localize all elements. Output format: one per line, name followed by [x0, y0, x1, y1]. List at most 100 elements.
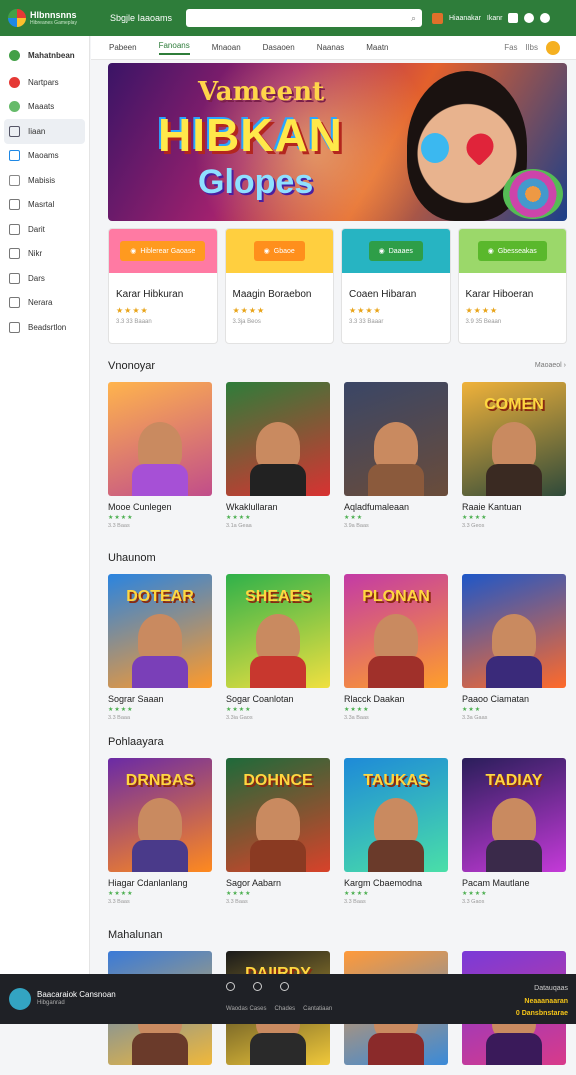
- subnav-link-2[interactable]: Ilbs: [526, 43, 538, 52]
- sidebar-item-5[interactable]: Mabisis: [0, 168, 89, 193]
- character-head: [374, 798, 418, 846]
- tab-3[interactable]: Dasaoen: [263, 43, 295, 52]
- sidebar-item-3[interactable]: Iiaan: [4, 119, 85, 144]
- card-meta: 3.9 35 Beaan: [465, 319, 502, 325]
- game-title[interactable]: Sagor Aabarn: [226, 872, 330, 888]
- game-tile[interactable]: SHEAES Sogar Coanlotan ★★★★ 3.3ia Gaos: [226, 574, 330, 721]
- footer-link[interactable]: Chades: [274, 1006, 295, 1012]
- card-title[interactable]: Karar Hibkuran: [109, 273, 217, 300]
- tab-1[interactable]: Fanoans: [158, 41, 190, 55]
- game-thumbnail[interactable]: COMEN: [462, 382, 566, 496]
- game-thumbnail[interactable]: TAUKAS: [344, 758, 448, 872]
- tab-0[interactable]: Pabeen: [109, 43, 137, 52]
- tab-5[interactable]: Maatn: [366, 43, 388, 52]
- sidebar-item-6[interactable]: Masrtal: [0, 193, 89, 218]
- sidebar-item-4[interactable]: Maoams: [0, 144, 89, 169]
- cart-icon[interactable]: [508, 13, 519, 23]
- sidebar-item-2[interactable]: Maaats: [0, 95, 89, 120]
- game-thumbnail[interactable]: DOHNCE: [226, 758, 330, 872]
- game-thumbnail[interactable]: [226, 382, 330, 496]
- game-tile[interactable]: Paaoo Ciamatan ★★★ 3.3a Gaas: [462, 574, 566, 721]
- card-button[interactable]: ◉ Hiblerear Gaoase: [120, 241, 206, 261]
- footer-icon-1[interactable]: [226, 982, 235, 991]
- sidebar-item-1[interactable]: Nartpars: [0, 70, 89, 95]
- game-thumbnail[interactable]: TADIAY: [462, 758, 566, 872]
- sidebar-item-9[interactable]: Dars: [0, 266, 89, 291]
- card-rating: ★★★★: [465, 306, 499, 315]
- game-title[interactable]: Paaoo Ciamatan: [462, 688, 566, 704]
- top-link-1[interactable]: Hiaanakar: [449, 15, 481, 22]
- sidebar-item-10[interactable]: Nerara: [0, 291, 89, 316]
- game-title[interactable]: Sogar Coanlotan: [226, 688, 330, 704]
- game-title[interactable]: Aqladfumaleaan: [344, 496, 448, 512]
- top-bar: Hlbnnsnns Hibreanes Gameplay Sbgjle Iaao…: [0, 0, 576, 36]
- feature-card[interactable]: ◉ Daaaes Coaen Hibaran ★★★★ 3.3 33 Baaar: [341, 228, 451, 344]
- game-tile[interactable]: PLONAN Rlacck Daakan ★★★★ 3.3a Baas: [344, 574, 448, 721]
- game-tile[interactable]: COMEN Raaie Kantuan ★★★★ 3.3 Geos: [462, 382, 566, 529]
- game-title[interactable]: Kargm Cbaemodna: [344, 872, 448, 888]
- coin-icon[interactable]: [546, 40, 560, 55]
- footer-right-3[interactable]: 0 Dansbnstarae: [516, 1008, 568, 1021]
- footer-link[interactable]: Waodas Cases: [226, 1006, 266, 1012]
- sidebar-item-8[interactable]: Nikr: [0, 242, 89, 267]
- game-title[interactable]: Raaie Kantuan: [462, 496, 566, 512]
- feature-card[interactable]: ◉ Gbaoe Maagin Boraebon ★★★★ 3.3ja Beos: [224, 228, 334, 344]
- footer-icon-2[interactable]: [253, 982, 262, 991]
- feature-card[interactable]: ◉ Gbesseakas Karar Hiboeran ★★★★ 3.9 35 Beaa…: [457, 228, 567, 344]
- grid-icon: [9, 125, 20, 137]
- card-button[interactable]: ◉ Gbesseakas: [477, 241, 547, 261]
- game-tile[interactable]: DOTEAR Sograr Saaan ★★★★ 3.3 Baaa: [108, 574, 212, 721]
- game-thumbnail[interactable]: SHEAES: [226, 574, 330, 688]
- app-logo[interactable]: Hlbnnsnns Hibreanes Gameplay: [0, 0, 90, 36]
- game-title[interactable]: Rlacck Daakan: [344, 688, 448, 704]
- game-thumbnail[interactable]: [108, 382, 212, 496]
- sidebar-item-11[interactable]: Beadsrtlon: [0, 315, 89, 340]
- card-button[interactable]: ◉ Gbaoe: [253, 241, 305, 261]
- search-icon[interactable]: ⌕: [411, 13, 416, 24]
- box-icon: [9, 272, 20, 284]
- game-title[interactable]: Pacam Mautlane: [462, 872, 566, 888]
- game-title[interactable]: Sograr Saaan: [108, 688, 212, 704]
- sidebar-item-7[interactable]: Darit: [0, 217, 89, 242]
- footer-logo-icon[interactable]: [9, 988, 31, 1010]
- footer-brand: Baacaraiok Cansnoan: [37, 989, 116, 999]
- footer-brand-sub: Hibganrad: [37, 1000, 65, 1007]
- search-input[interactable]: ⌕: [186, 9, 422, 27]
- game-thumbnail[interactable]: [462, 574, 566, 688]
- game-thumbnail[interactable]: [344, 382, 448, 496]
- game-tile[interactable]: Wkaklullaran ★★★★ 3.1a Geaa: [226, 382, 330, 529]
- footer-right-1[interactable]: Datauqaas: [516, 983, 568, 996]
- feature-card[interactable]: ◉ Hiblerear Gaoase Karar Hibkuran ★★★★ 3.3 3…: [108, 228, 218, 344]
- card-title[interactable]: Maagin Boraebon: [226, 273, 334, 300]
- game-tile[interactable]: Aqladfumaleaan ★★★ 3.9a Baas: [344, 382, 448, 529]
- tab-4[interactable]: Naanas: [317, 43, 345, 52]
- card-title[interactable]: Karar Hiboeran: [459, 273, 567, 300]
- tab-2[interactable]: Mnaoan: [212, 43, 241, 52]
- game-title[interactable]: Hiagar Cdanlanlang: [108, 872, 212, 888]
- game-logo-text: SHEAES: [245, 588, 311, 605]
- card-title[interactable]: Coaen Hibaran: [342, 273, 450, 300]
- card-button[interactable]: ◉ Daaaes: [368, 241, 423, 261]
- hero-banner[interactable]: Vameent HIBKAN Glopes: [108, 63, 567, 221]
- user-icon[interactable]: [524, 13, 535, 23]
- game-tile[interactable]: TAUKAS Kargm Cbaemodna ★★★★ 3.3 Baas: [344, 758, 448, 905]
- menu-icon[interactable]: [540, 13, 551, 23]
- leaf-icon: [9, 101, 20, 113]
- game-title[interactable]: Mooe Cunlegen: [108, 496, 212, 512]
- footer-right-2[interactable]: Neaaanaaran: [516, 996, 568, 1009]
- game-thumbnail[interactable]: PLONAN: [344, 574, 448, 688]
- game-title[interactable]: Wkaklullaran: [226, 496, 330, 512]
- sidebar-item-0[interactable]: Mahatnbean: [0, 40, 89, 70]
- top-link-2[interactable]: Ikanr: [487, 15, 503, 22]
- game-tile[interactable]: Mooe Cunlegen ★★★★ 3.3 Baas: [108, 382, 212, 529]
- game-thumbnail[interactable]: DRNBAS: [108, 758, 212, 872]
- footer-link[interactable]: Cantatiaan: [303, 1006, 332, 1012]
- game-tile[interactable]: TADIAY Pacam Mautlane ★★★★ 3.3 Gaos: [462, 758, 566, 905]
- section-more-link[interactable]: Maoaeol ›: [535, 362, 566, 369]
- notification-icon[interactable]: [432, 12, 443, 24]
- game-tile[interactable]: DOHNCE Sagor Aabarn ★★★★ 3.3 Baas: [226, 758, 330, 905]
- game-tile[interactable]: DRNBAS Hiagar Cdanlanlang ★★★★ 3.3 Baas: [108, 758, 212, 905]
- game-thumbnail[interactable]: DOTEAR: [108, 574, 212, 688]
- subnav-link-1[interactable]: Fas: [504, 43, 517, 52]
- footer-icon-3[interactable]: [280, 982, 289, 991]
